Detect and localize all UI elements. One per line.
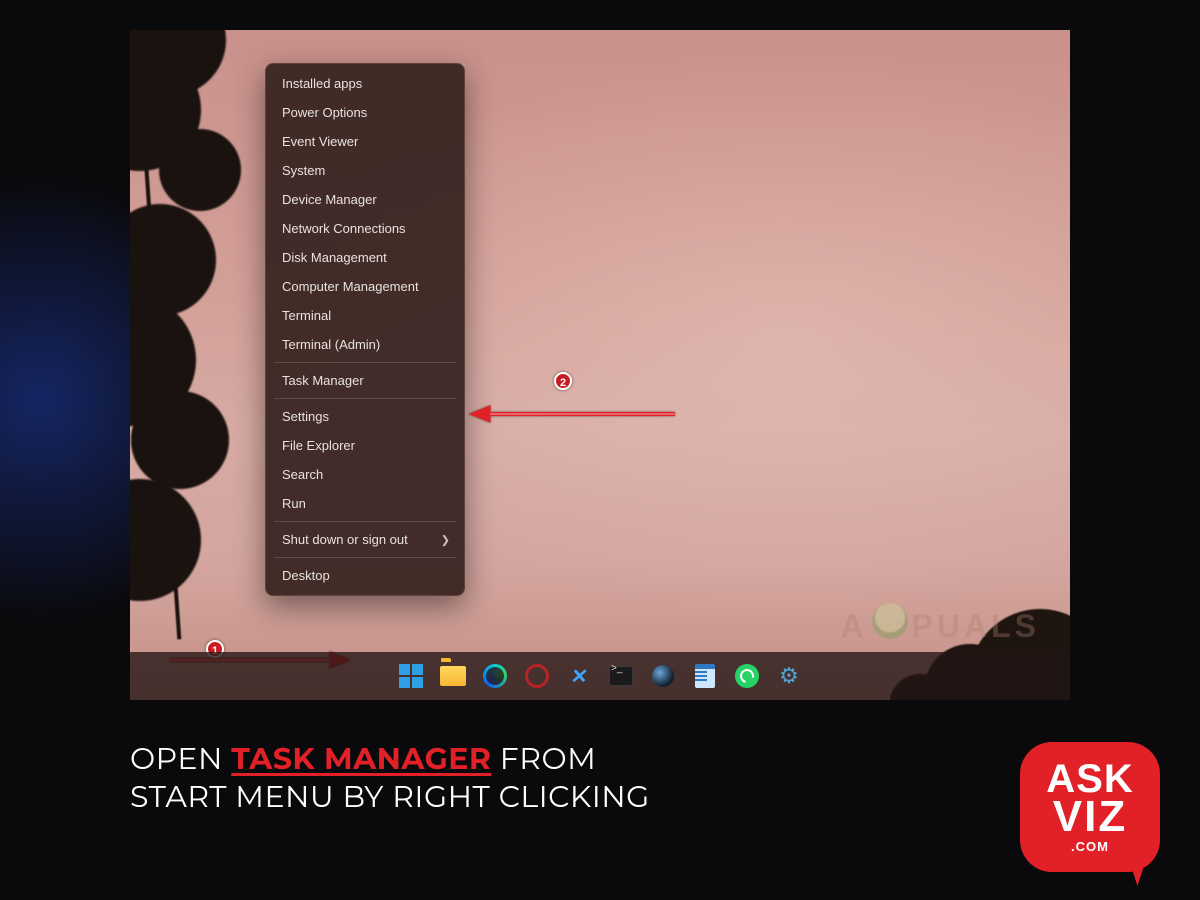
- chevron-right-icon: ❯: [441, 533, 450, 546]
- start-button[interactable]: [397, 662, 425, 690]
- taskbar-file-explorer[interactable]: [439, 662, 467, 690]
- watermark-text-right: PUALS: [912, 608, 1040, 644]
- caption-line2: START MENU BY RIGHT CLICKING: [130, 778, 650, 815]
- steam-icon: [652, 665, 674, 687]
- caption-pre: OPEN: [130, 740, 231, 777]
- menu-disk-management[interactable]: Disk Management: [266, 243, 464, 272]
- askviz-logo: ASK VIZ .COM: [1020, 742, 1160, 872]
- caption-highlight: TASK MANAGER: [231, 740, 491, 777]
- taskbar-whatsapp[interactable]: [733, 662, 761, 690]
- menu-shutdown-label: Shut down or sign out: [282, 532, 408, 547]
- step-badge-2: 2: [554, 372, 572, 390]
- vscode-icon: ✕: [569, 664, 589, 689]
- logo-line2: VIZ: [1053, 797, 1127, 837]
- menu-separator: [274, 521, 456, 522]
- menu-settings[interactable]: Settings: [266, 402, 464, 431]
- file-explorer-icon: [440, 666, 466, 686]
- menu-file-explorer[interactable]: File Explorer: [266, 431, 464, 460]
- watermark-face-icon: [872, 603, 908, 639]
- whatsapp-icon: [735, 664, 759, 688]
- taskbar-settings[interactable]: ⚙: [775, 662, 803, 690]
- menu-event-viewer[interactable]: Event Viewer: [266, 127, 464, 156]
- taskbar-steam[interactable]: [649, 662, 677, 690]
- watermark-text-left: A: [840, 608, 867, 644]
- menu-terminal[interactable]: Terminal: [266, 301, 464, 330]
- menu-run[interactable]: Run: [266, 489, 464, 518]
- start-context-menu: Installed apps Power Options Event Viewe…: [265, 63, 465, 596]
- settings-icon: ⚙: [779, 663, 799, 689]
- annotation-arrow-2: [460, 400, 680, 428]
- notepad-icon: [695, 664, 715, 688]
- menu-device-manager[interactable]: Device Manager: [266, 185, 464, 214]
- menu-network-connections[interactable]: Network Connections: [266, 214, 464, 243]
- menu-computer-management[interactable]: Computer Management: [266, 272, 464, 301]
- menu-separator: [274, 557, 456, 558]
- menu-desktop[interactable]: Desktop: [266, 561, 464, 590]
- caption-post1: FROM: [491, 740, 596, 777]
- taskbar-opera[interactable]: [523, 662, 551, 690]
- instruction-caption: OPEN TASK MANAGER FROM START MENU BY RIG…: [130, 740, 960, 815]
- menu-system[interactable]: System: [266, 156, 464, 185]
- menu-shutdown-signout[interactable]: Shut down or sign out ❯: [266, 525, 464, 554]
- logo-text: ASK VIZ .COM: [1020, 742, 1160, 872]
- menu-installed-apps[interactable]: Installed apps: [266, 69, 464, 98]
- windows-icon: [399, 664, 423, 688]
- page-background: A PUALS Installed apps Power Options Even…: [0, 0, 1200, 900]
- terminal-icon: [609, 666, 633, 686]
- taskbar-edge[interactable]: [481, 662, 509, 690]
- menu-power-options[interactable]: Power Options: [266, 98, 464, 127]
- menu-search[interactable]: Search: [266, 460, 464, 489]
- taskbar: ✕ ⚙: [130, 652, 1070, 700]
- opera-icon: [525, 664, 549, 688]
- menu-terminal-admin[interactable]: Terminal (Admin): [266, 330, 464, 359]
- taskbar-notepad[interactable]: [691, 662, 719, 690]
- screenshot-panel: A PUALS Installed apps Power Options Even…: [130, 30, 1070, 700]
- appuals-watermark: A PUALS: [840, 603, 1040, 645]
- menu-separator: [274, 362, 456, 363]
- taskbar-vscode[interactable]: ✕: [565, 662, 593, 690]
- logo-line3: .COM: [1071, 841, 1109, 853]
- menu-task-manager[interactable]: Task Manager: [266, 366, 464, 395]
- edge-icon: [483, 664, 507, 688]
- menu-separator: [274, 398, 456, 399]
- taskbar-terminal[interactable]: [607, 662, 635, 690]
